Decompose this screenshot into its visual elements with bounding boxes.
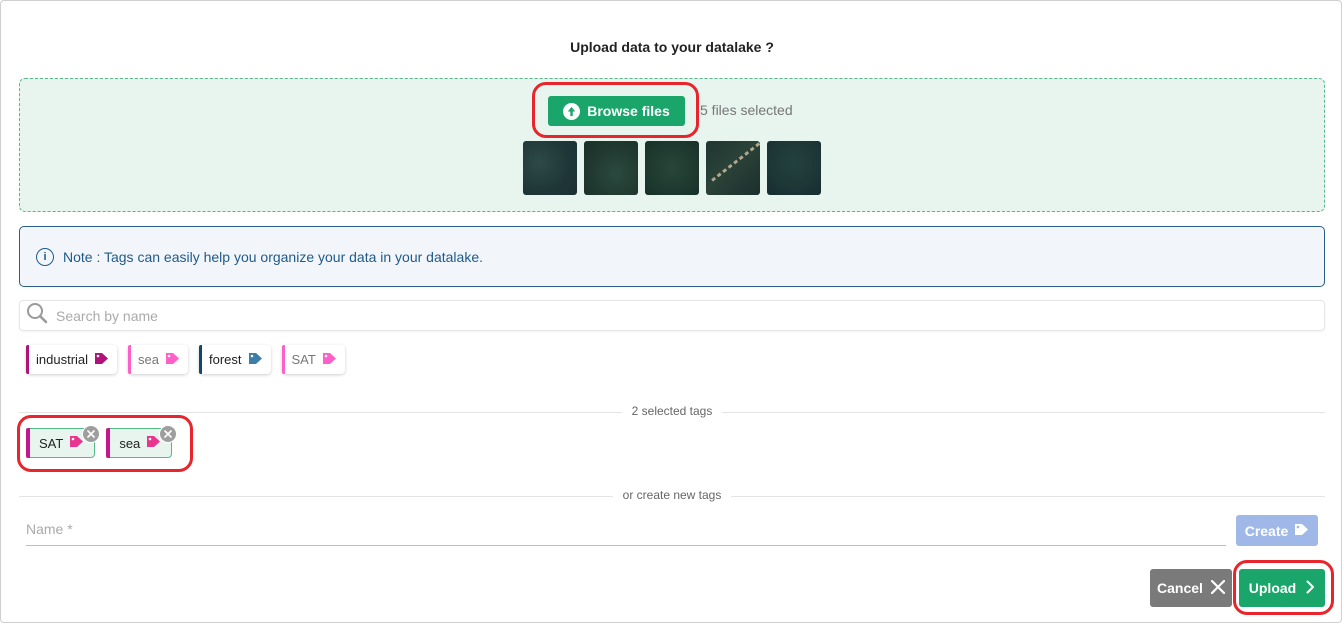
selected-tag-sea[interactable]: sea — [106, 425, 178, 458]
remove-tag-icon[interactable] — [82, 425, 101, 443]
thumbnail-image[interactable] — [645, 141, 699, 195]
create-label: Create — [1244, 522, 1289, 539]
upload-arrow-icon — [563, 102, 581, 120]
tag-color-bar — [199, 345, 202, 374]
note-text: Note : Tags can easily help you organize… — [63, 248, 483, 265]
tags-note: i Note : Tags can easily help you organi… — [19, 226, 1325, 287]
tag-color-bar — [281, 345, 285, 374]
tag-chip-sat[interactable]: SAT — [281, 345, 345, 374]
info-icon: i — [36, 247, 54, 266]
tag-chip-sea[interactable]: sea — [128, 345, 188, 374]
tag-icon — [94, 352, 109, 368]
tag-label: sea — [138, 352, 159, 367]
new-tag-name-input[interactable] — [26, 521, 1226, 537]
dialog-title: Upload data to your datalake ? — [570, 39, 774, 55]
upload-dialog: Upload data to your datalake ? Browse fi… — [0, 0, 1342, 623]
tag-label: SAT — [291, 352, 316, 367]
tag-label: sea — [119, 435, 141, 451]
tag-icon — [248, 352, 263, 368]
thumbnail-road-feature — [711, 141, 760, 182]
thumbnail-image[interactable] — [767, 141, 821, 195]
tag-search — [19, 300, 1325, 331]
search-input[interactable] — [56, 307, 1256, 324]
selected-tags-label: 2 selected tags — [1, 404, 1342, 418]
close-icon — [1210, 579, 1226, 597]
create-tag-button[interactable]: Create — [1236, 515, 1318, 546]
search-icon — [26, 302, 48, 329]
available-tags: industrial sea forest SAT — [26, 345, 345, 374]
chevron-right-icon — [1306, 580, 1315, 597]
browse-files-label: Browse files — [587, 103, 670, 119]
selected-tag-sat[interactable]: SAT — [26, 425, 101, 458]
tag-icon — [322, 352, 337, 368]
files-selected-count: 5 files selected — [700, 102, 793, 118]
tag-color-bar — [128, 345, 132, 374]
cancel-button[interactable]: Cancel — [1150, 569, 1232, 607]
tag-color-bar — [26, 428, 30, 458]
thumbnail-strip — [523, 141, 821, 195]
upload-label: Upload — [1248, 580, 1297, 596]
new-tag-name-field — [26, 513, 1226, 546]
thumbnail-image[interactable] — [523, 141, 577, 195]
tag-icon — [1294, 523, 1309, 539]
tag-chip-industrial[interactable]: industrial — [26, 345, 118, 374]
tag-icon — [165, 352, 180, 368]
upload-button[interactable]: Upload — [1239, 569, 1325, 607]
tag-color-bar — [26, 345, 29, 374]
tag-chip-forest[interactable]: forest — [199, 345, 271, 374]
selected-tags: SAT sea — [26, 425, 178, 458]
cancel-label: Cancel — [1157, 580, 1203, 596]
selected-tags-count: 2 selected tags — [621, 404, 723, 418]
tag-label: industrial — [36, 352, 89, 367]
thumbnail-image[interactable] — [706, 141, 760, 195]
tag-color-bar — [106, 428, 111, 458]
create-tags-text: or create new tags — [612, 488, 732, 502]
thumbnail-image[interactable] — [584, 141, 638, 195]
tag-label: SAT — [39, 435, 64, 451]
browse-files-button[interactable]: Browse files — [548, 96, 685, 126]
tag-label: forest — [209, 352, 242, 367]
create-tags-label: or create new tags — [1, 488, 1342, 502]
